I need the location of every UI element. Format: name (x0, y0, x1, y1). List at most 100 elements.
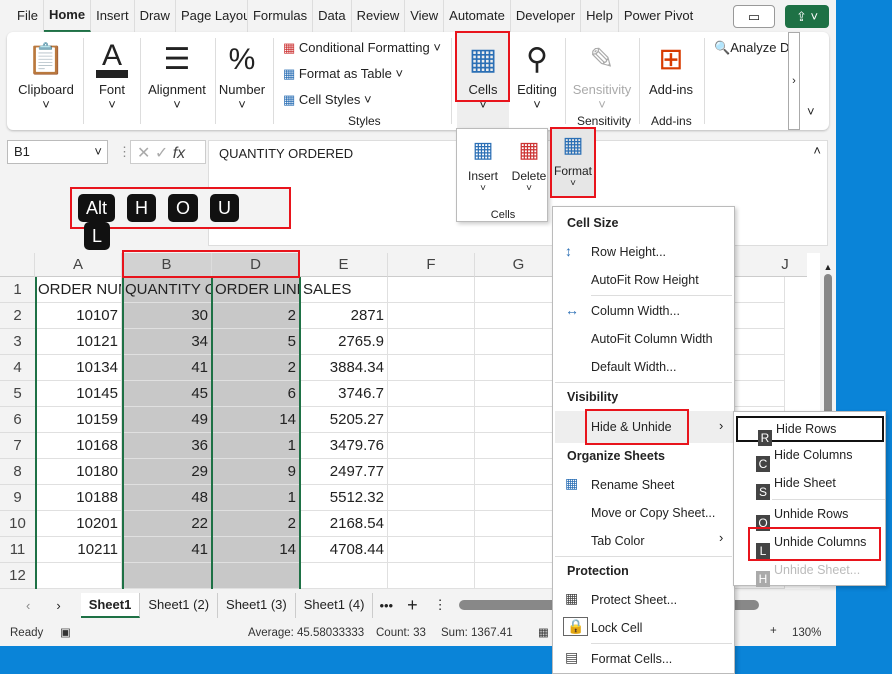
menu-tab-color[interactable]: Tab Color (591, 534, 645, 548)
cell[interactable]: 49 (122, 407, 212, 433)
cancel-icon[interactable]: ✕ (137, 145, 150, 162)
tab-page-layout[interactable]: Page Layout (176, 0, 248, 32)
cell[interactable]: 14 (212, 537, 300, 563)
menu-lock-cell[interactable]: Lock Cell (591, 621, 642, 635)
menu-autofit-column[interactable]: AutoFit Column Width (591, 332, 713, 346)
column-header-F[interactable]: F (388, 253, 475, 277)
cell[interactable]: 5512.32 (300, 485, 388, 511)
cell[interactable] (475, 433, 563, 459)
tab-developer[interactable]: Developer (511, 0, 582, 32)
sheet-tab[interactable]: Sheet1 (4) (296, 592, 374, 618)
cell[interactable]: 45 (122, 381, 212, 407)
cell[interactable]: 2765.9 (300, 329, 388, 355)
delete-button[interactable]: ▦ Delete ˅ (509, 137, 549, 194)
tab-review[interactable]: Review (352, 0, 406, 32)
cell[interactable]: ORDER LINE NUMBER (212, 277, 300, 303)
comments-button[interactable]: ▭ (733, 5, 775, 28)
cell[interactable]: 14 (212, 407, 300, 433)
cell[interactable] (475, 381, 563, 407)
tab-data[interactable]: Data (313, 0, 352, 32)
cell[interactable] (475, 407, 563, 433)
cell[interactable] (388, 485, 475, 511)
submenu-hide-rows[interactable]: R Hide Rows (736, 416, 884, 446)
cell[interactable]: 3479.76 (300, 433, 388, 459)
cell[interactable] (388, 277, 475, 303)
cell[interactable] (475, 355, 563, 381)
cell[interactable]: 2 (212, 303, 300, 329)
row-header-6[interactable]: 6 (0, 407, 35, 433)
cell[interactable]: 30 (122, 303, 212, 329)
select-all-corner[interactable] (0, 253, 35, 277)
row-header-5[interactable]: 5 (0, 381, 35, 407)
cell[interactable]: 10180 (35, 459, 122, 485)
cell[interactable]: 2 (212, 355, 300, 381)
menu-default-width[interactable]: Default Width... (591, 360, 676, 374)
cell[interactable]: 41 (122, 537, 212, 563)
cell[interactable]: 10188 (35, 485, 122, 511)
prev-sheet-icon[interactable]: ‹ (26, 598, 30, 613)
cell[interactable] (475, 485, 563, 511)
name-box[interactable]: B1 ˅ (7, 140, 108, 164)
zoom-in-icon[interactable]: + (770, 625, 777, 637)
cell[interactable] (35, 563, 122, 589)
row-header-7[interactable]: 7 (0, 433, 35, 459)
tab-insert[interactable]: Insert (91, 0, 135, 32)
menu-autofit-row[interactable]: AutoFit Row Height (591, 273, 699, 287)
column-header-A[interactable]: A (35, 253, 122, 277)
cell[interactable]: 1 (212, 433, 300, 459)
cell[interactable]: 3884.34 (300, 355, 388, 381)
row-header-4[interactable]: 4 (0, 355, 35, 381)
menu-move-copy[interactable]: Move or Copy Sheet... (591, 506, 715, 520)
format-as-table-button[interactable]: ▦ Format as Table ˅ (283, 66, 403, 82)
cell[interactable]: 2497.77 (300, 459, 388, 485)
cell[interactable]: 10211 (35, 537, 122, 563)
submenu-hide-columns[interactable]: C Hide Columns (736, 444, 884, 472)
ribbon-scroll-right[interactable]: › (788, 32, 800, 130)
cell[interactable] (475, 563, 563, 589)
cell[interactable]: 2168.54 (300, 511, 388, 537)
menu-format-cells[interactable]: Format Cells... (591, 652, 672, 666)
cell[interactable]: 10159 (35, 407, 122, 433)
collapse-formula-icon[interactable]: ˄ (813, 143, 821, 158)
cell[interactable] (388, 433, 475, 459)
cell[interactable]: 6 (212, 381, 300, 407)
menu-rename-sheet[interactable]: Rename Sheet (591, 478, 674, 492)
cell[interactable] (388, 511, 475, 537)
cell[interactable]: 48 (122, 485, 212, 511)
cell[interactable]: 34 (122, 329, 212, 355)
tab-view[interactable]: View (405, 0, 445, 32)
cell[interactable] (475, 329, 563, 355)
row-header-8[interactable]: 8 (0, 459, 35, 485)
sheet-tab[interactable]: Sheet1 (2) (140, 592, 219, 618)
submenu-hide-sheet[interactable]: S Hide Sheet (736, 472, 884, 500)
column-header-E[interactable]: E (300, 253, 388, 277)
cell[interactable]: 10107 (35, 303, 122, 329)
cell[interactable]: 2871 (300, 303, 388, 329)
tab-formulas[interactable]: Formulas (248, 0, 314, 32)
cell[interactable] (388, 407, 475, 433)
column-header-J[interactable]: J (763, 253, 807, 277)
cell[interactable] (388, 563, 475, 589)
cell[interactable] (122, 563, 212, 589)
menu-protect-sheet[interactable]: Protect Sheet... (591, 593, 677, 607)
cell[interactable] (475, 537, 563, 563)
cell[interactable] (388, 303, 475, 329)
cell[interactable]: 10201 (35, 511, 122, 537)
row-header-12[interactable]: 12 (0, 563, 35, 589)
sheet-tab[interactable]: Sheet1 (3) (218, 592, 296, 618)
column-header-G[interactable]: G (475, 253, 563, 277)
insert-function-button[interactable]: fx (173, 145, 185, 162)
next-sheet-icon[interactable]: › (56, 598, 60, 613)
menu-row-height[interactable]: Row Height... (591, 245, 666, 259)
row-header-10[interactable]: 10 (0, 511, 35, 537)
row-header-11[interactable]: 11 (0, 537, 35, 563)
sheet-tab[interactable]: Sheet1 (80, 592, 141, 618)
cell[interactable] (388, 329, 475, 355)
cell[interactable] (475, 511, 563, 537)
cell[interactable]: 3746.7 (300, 381, 388, 407)
number-button[interactable]: % Number ˅ (217, 32, 267, 130)
cell[interactable] (475, 277, 563, 303)
cell[interactable]: 1 (212, 485, 300, 511)
cell[interactable] (475, 459, 563, 485)
accessibility-icon[interactable]: ▣ (60, 625, 71, 639)
